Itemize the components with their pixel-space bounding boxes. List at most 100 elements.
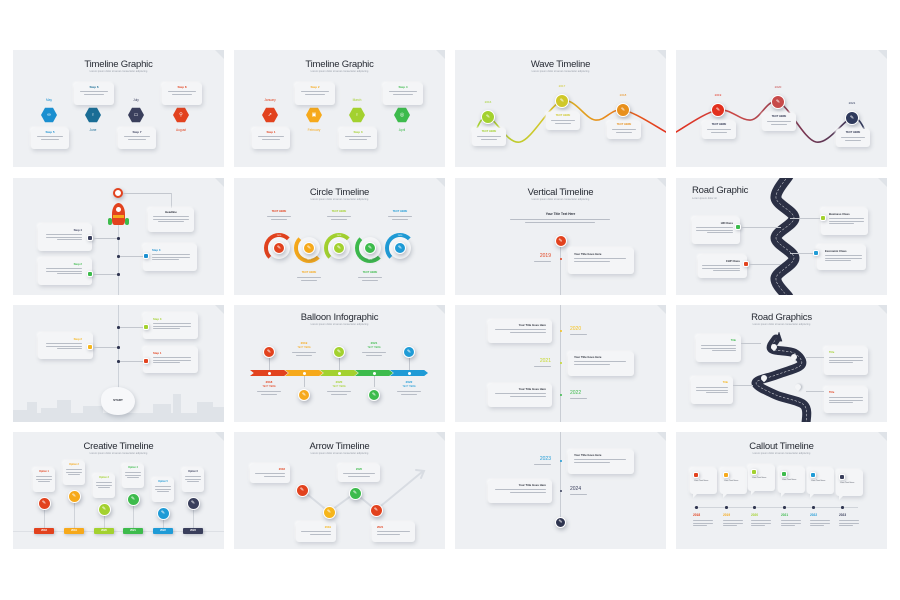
square-marker xyxy=(143,253,149,259)
pencil-icon: ✎ xyxy=(367,244,373,251)
binoculars-icon: ∞ xyxy=(47,111,51,118)
slide-thumbnail[interactable]: Your Title Goes Here 2023 Your Title Goes … xyxy=(455,432,666,549)
callout-text: Your Text Here xyxy=(782,479,797,481)
lorem-text-line xyxy=(781,520,801,522)
lorem-text-line xyxy=(574,363,611,365)
slide-thumbnail[interactable]: Wave Timeline Lorem ipsum dolor sit amet … xyxy=(455,50,666,167)
pencil-icon: ✎ xyxy=(160,509,166,516)
slide-thumbnail-grid: Timeline Graphic Lorem ipsum dolor sit am… xyxy=(0,0,900,600)
year-label: 2018 xyxy=(693,513,701,517)
pencil-icon: ✎ xyxy=(306,244,312,251)
year-label: 2018 xyxy=(278,467,285,471)
page-corner-fold xyxy=(436,178,445,187)
slide-thumbnail[interactable]: Vertical Timeline Lorem ipsum dolor sit a… xyxy=(455,178,666,295)
connector-line xyxy=(790,253,813,254)
year-label: 2022 xyxy=(160,528,166,532)
vertical-line xyxy=(269,357,270,370)
square-marker xyxy=(723,472,729,478)
lorem-text-line xyxy=(185,476,201,478)
option-label: Option 2 xyxy=(69,463,79,466)
slide-thumbnail[interactable]: Circle Timeline Lorem ipsum dolor sit ame… xyxy=(234,178,445,295)
timeline-node: ✎ xyxy=(97,502,111,516)
slide-thumbnail[interactable]: Headline Step 4 Step 3 Step 2 xyxy=(13,178,224,295)
hexagon-node: ∞ xyxy=(41,107,57,123)
item-title: Your Title Goes Here xyxy=(574,453,602,457)
square-marker xyxy=(839,474,845,480)
lorem-text-line xyxy=(696,389,728,391)
lorem-text-line xyxy=(574,461,611,463)
timeline-dot xyxy=(117,273,120,276)
wave-line xyxy=(474,99,666,143)
rocket-illustration xyxy=(108,203,129,229)
lorem-text-line xyxy=(574,361,626,363)
pencil-icon: ✎ xyxy=(266,348,272,355)
text-here-label: TEXT HERE xyxy=(331,210,347,213)
connector-line xyxy=(123,193,171,194)
lorem-text-line xyxy=(125,472,141,474)
lorem-text-line xyxy=(153,323,191,325)
vertical-line xyxy=(118,305,119,393)
balloon-marker: ✎ xyxy=(333,346,345,358)
class-label: Economic Class xyxy=(825,249,847,253)
lorem-text-line xyxy=(770,123,788,125)
lorem-text-line xyxy=(66,471,82,473)
timeline-dot xyxy=(812,506,815,509)
lorem-text-line xyxy=(152,256,190,258)
year-label: 2022 xyxy=(810,513,818,517)
year-label: 2020 xyxy=(570,326,582,332)
slide-title: Vertical Timeline xyxy=(527,187,594,198)
text-here-label: TEXT HERE xyxy=(262,385,276,388)
lorem-text-line xyxy=(301,531,331,533)
slide-thumbnail[interactable]: Road Graphics Lorem ipsum dolor sit amet … xyxy=(676,305,887,422)
vertical-line xyxy=(304,376,305,387)
lorem-text-line xyxy=(781,522,801,524)
text-here-label: TEXT HERE xyxy=(362,271,378,274)
vertical-line xyxy=(409,357,410,370)
step-label: Step 6 xyxy=(89,85,99,89)
lorem-text-line xyxy=(270,218,288,220)
vertical-line xyxy=(171,193,172,208)
lorem-text-line xyxy=(172,93,192,95)
lorem-text-line xyxy=(829,359,863,361)
slide-thumbnail[interactable]: Step 3 Step 2 Step 1 START xyxy=(13,305,224,422)
step-label: Step 7 xyxy=(132,130,142,134)
item-title: Your Title Goes Here xyxy=(574,355,602,359)
option-label: Option 3 xyxy=(99,476,109,479)
slide-thumbnail[interactable]: Your Title Goes Here 2020 Your Title Goes … xyxy=(455,305,666,422)
segment-dot xyxy=(267,371,271,375)
hexagon-node: ♀ xyxy=(349,107,365,123)
item-label: Title xyxy=(829,391,835,394)
slide-thumbnail[interactable]: Balloon Infographic Lorem ipsum dolor sit… xyxy=(234,305,445,422)
lorem-text-line xyxy=(305,93,325,95)
slide-thumbnail[interactable]: ✎ 2019 TEXT HERE ✎ 2020 TEXT HERE ✎ 2021 TEXT HE… xyxy=(676,50,887,167)
pencil-icon: ✎ xyxy=(397,244,403,251)
year-label: 2020 xyxy=(355,467,363,471)
year-label: 2018 xyxy=(336,235,342,237)
lorem-text-line xyxy=(534,464,551,466)
slide-title: Callout Timeline xyxy=(749,441,814,452)
lorem-text-line xyxy=(292,352,316,354)
lorem-text-line xyxy=(389,91,417,93)
slide-thumbnail[interactable]: Timeline Graphic Lorem ipsum dolor sit am… xyxy=(234,50,445,167)
lorem-text-line xyxy=(391,218,409,220)
slide-thumbnail[interactable]: Timeline Graphic Lorem ipsum dolor sit am… xyxy=(13,50,224,167)
lorem-text-line xyxy=(534,366,551,368)
step-label: Step 3 xyxy=(353,130,363,134)
lorem-text-line xyxy=(80,91,108,93)
slide-thumbnail[interactable]: Arrow Timeline Lorem ipsum dolor sit amet… xyxy=(234,432,445,549)
lorem-text-line xyxy=(258,136,284,138)
step-label: Step 8 xyxy=(177,85,187,89)
slide-thumbnail[interactable]: Road Graphic Lorem ipsum dolor sit HR Clas… xyxy=(676,178,887,295)
lorem-text-line xyxy=(37,136,63,138)
timeline-dot xyxy=(559,362,562,364)
briefcase-icon: ▣ xyxy=(311,111,317,118)
lorem-text-line xyxy=(825,257,862,259)
item-title: Your Title Goes Here xyxy=(518,323,546,327)
callout-pointer xyxy=(723,493,728,498)
lorem-text-line xyxy=(751,522,771,524)
page-corner-fold xyxy=(657,432,666,441)
slide-thumbnail[interactable]: Callout Timeline Lorem ipsum dolor sit am… xyxy=(676,432,887,549)
year-label: 2021 xyxy=(377,525,384,529)
slide-thumbnail[interactable]: Creative Timeline Lorem ipsum dolor sit a… xyxy=(13,432,224,549)
timeline-dot xyxy=(117,326,120,329)
